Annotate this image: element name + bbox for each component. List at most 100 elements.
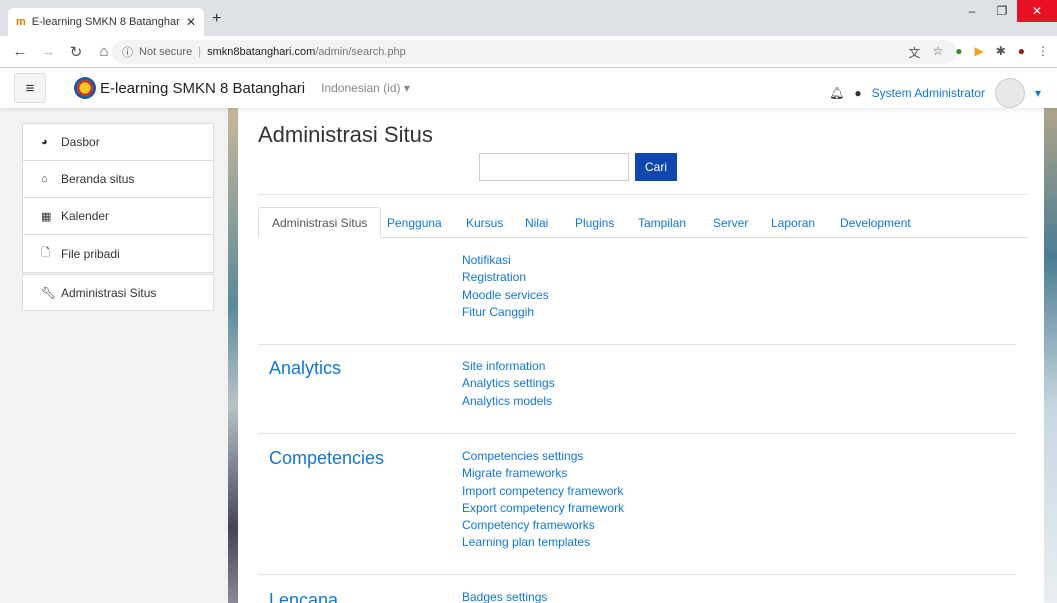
site-header: ≡ E-learning SMKN 8 Batanghari Indonesia… <box>0 68 1057 108</box>
sidebar-item-file-pribadi[interactable]: 🗋 File pribadi <box>23 235 213 272</box>
minimize-icon[interactable]: – <box>957 0 987 22</box>
top-links: Notifikasi Registration Moodle services … <box>462 252 549 321</box>
language-menu[interactable]: Indonesian (id) ▾ <box>321 81 410 95</box>
home-browser-icon[interactable]: ⌂ <box>96 43 112 60</box>
browser-tab-title: E-learning SMKN 8 Batanghari: A <box>31 16 180 28</box>
home-icon: ⌂ <box>41 173 48 185</box>
moodle-favicon-icon: m <box>16 16 26 28</box>
main-content: Administrasi Situs Cari Administrasi Sit… <box>238 108 1044 603</box>
extension-icons: 文 ☆ ● ▶ ✱ ● ⋮ <box>908 44 1049 61</box>
site-name[interactable]: E-learning SMKN 8 Batanghari <box>100 80 305 97</box>
back-arrow-icon[interactable]: ← <box>12 43 28 60</box>
background-photo-left <box>228 108 238 603</box>
sidebar-item-label: Administrasi Situs <box>61 285 157 300</box>
sidebar-item-beranda[interactable]: ⌂ Beranda situs <box>23 161 213 198</box>
language-label: Indonesian (id) <box>321 81 401 95</box>
user-area: 🔔︎ ● System Administrator ▾ <box>829 78 1041 108</box>
translate-icon[interactable]: 文 <box>908 44 920 61</box>
competencies-links: Competencies settings Migrate frameworks… <box>462 448 624 552</box>
link-notifikasi[interactable]: Notifikasi <box>462 252 549 269</box>
tab-nilai[interactable]: Nilai <box>525 207 548 238</box>
divider <box>258 194 1028 195</box>
link-badges-settings[interactable]: Badges settings <box>462 589 547 603</box>
new-tab-icon[interactable]: + <box>212 10 221 28</box>
star-icon[interactable]: ☆ <box>932 44 943 61</box>
lencana-links: Badges settings <box>462 589 547 603</box>
site-logo[interactable] <box>74 77 96 99</box>
dashboard-icon: ◕ <box>41 136 48 148</box>
tab-administrasi-situs[interactable]: Administrasi Situs <box>258 207 382 238</box>
nav-drawer: ◕ Dasbor ⌂ Beranda situs ▦ Kalender 🗋 Fi… <box>22 123 214 273</box>
user-menu-caret-icon[interactable]: ▾ <box>1035 86 1041 100</box>
link-site-information[interactable]: Site information <box>462 358 555 375</box>
analytics-links: Site information Analytics settings Anal… <box>462 358 555 410</box>
divider <box>258 574 1016 575</box>
extension-play-icon[interactable]: ▶ <box>974 44 983 61</box>
tab-kursus[interactable]: Kursus <box>466 207 503 238</box>
search-input[interactable] <box>479 153 629 181</box>
sidebar-item-label: Dasbor <box>61 135 100 149</box>
browser-tab-bar: m E-learning SMKN 8 Batanghari: A ✕ + – … <box>0 0 1057 36</box>
file-icon: 🗋 <box>41 247 50 259</box>
window-close-icon[interactable]: ✕ <box>1017 0 1057 22</box>
tab-tampilan[interactable]: Tampilan <box>638 207 686 238</box>
section-title-competencies[interactable]: Competencies <box>269 448 384 469</box>
sidebar-item-label: Kalender <box>61 209 110 223</box>
tab-pengguna[interactable]: Pengguna <box>387 207 442 238</box>
tab-laporan[interactable]: Laporan <box>771 207 815 238</box>
extension-globe-icon[interactable]: ● <box>955 44 962 61</box>
search-button[interactable]: Cari <box>635 153 677 181</box>
info-icon[interactable]: ⓘ <box>122 44 133 60</box>
link-export-competency-framework[interactable]: Export competency framework <box>462 500 624 517</box>
calendar-icon: ▦ <box>41 210 52 223</box>
wrench-icon: 🔧︎ <box>41 285 57 300</box>
puzzle-icon[interactable]: ✱ <box>996 44 1006 61</box>
link-competencies-settings[interactable]: Competencies settings <box>462 448 624 465</box>
link-learning-plan-templates[interactable]: Learning plan templates <box>462 534 624 551</box>
hamburger-icon: ≡ <box>25 79 35 97</box>
tab-development[interactable]: Development <box>840 207 911 238</box>
link-moodle-services[interactable]: Moodle services <box>462 287 549 304</box>
reload-icon[interactable]: ↻ <box>68 43 84 61</box>
user-name[interactable]: System Administrator <box>872 86 985 100</box>
sidebar-item-label: File pribadi <box>61 246 120 261</box>
avatar[interactable] <box>994 78 1025 108</box>
link-analytics-settings[interactable]: Analytics settings <box>462 375 555 392</box>
tab-plugins[interactable]: Plugins <box>575 207 614 238</box>
close-tab-icon[interactable]: ✕ <box>186 15 196 29</box>
sidebar: ◕ Dasbor ⌂ Beranda situs ▦ Kalender 🗋 Fi… <box>0 108 228 603</box>
sidebar-item-label: Beranda situs <box>61 172 135 186</box>
section-title-analytics[interactable]: Analytics <box>269 358 341 379</box>
menu-dots-icon[interactable]: ⋮ <box>1037 44 1049 61</box>
url-separator: | <box>198 46 202 58</box>
forward-arrow-icon[interactable]: → <box>40 43 56 60</box>
message-icon[interactable]: ● <box>854 86 861 100</box>
window-controls: – ❐ ✕ <box>957 0 1057 22</box>
sidebar-item-dasbor[interactable]: ◕ Dasbor <box>23 124 213 161</box>
url-path: /admin/search.php <box>315 46 406 58</box>
url-field[interactable]: ⓘ Not secure | smkn8batanghari.com /admi… <box>112 40 957 64</box>
address-bar-row: ← → ↻ ⌂ ⓘ Not secure | smkn8batanghari.c… <box>0 36 1057 68</box>
not-secure-label: Not secure <box>139 46 193 58</box>
divider <box>258 344 1016 345</box>
divider <box>258 433 1016 434</box>
sidebar-item-administrasi[interactable]: 🔧︎ Administrasi Situs <box>22 274 214 311</box>
section-title-lencana[interactable]: Lencana <box>269 590 338 603</box>
link-fitur-canggih[interactable]: Fitur Canggih <box>462 304 549 321</box>
caret-down-icon: ▾ <box>403 81 410 95</box>
link-migrate-frameworks[interactable]: Migrate frameworks <box>462 465 624 482</box>
browser-tab[interactable]: m E-learning SMKN 8 Batanghari: A ✕ <box>8 8 204 36</box>
link-analytics-models[interactable]: Analytics models <box>462 393 555 410</box>
bell-icon[interactable]: 🔔︎ <box>829 86 844 100</box>
sidebar-item-kalender[interactable]: ▦ Kalender <box>23 198 213 235</box>
maximize-icon[interactable]: ❐ <box>987 0 1017 22</box>
link-import-competency-framework[interactable]: Import competency framework <box>462 483 624 500</box>
admin-tabs: Administrasi Situs Pengguna Kursus Nilai… <box>258 207 1028 238</box>
link-competency-frameworks[interactable]: Competency frameworks <box>462 517 624 534</box>
url-host: smkn8batanghari.com <box>207 46 316 58</box>
link-registration[interactable]: Registration <box>462 269 549 286</box>
tab-server[interactable]: Server <box>713 207 748 238</box>
profile-icon[interactable]: ● <box>1018 44 1025 61</box>
background-photo-right <box>1044 108 1057 603</box>
menu-toggle-button[interactable]: ≡ <box>14 73 46 103</box>
